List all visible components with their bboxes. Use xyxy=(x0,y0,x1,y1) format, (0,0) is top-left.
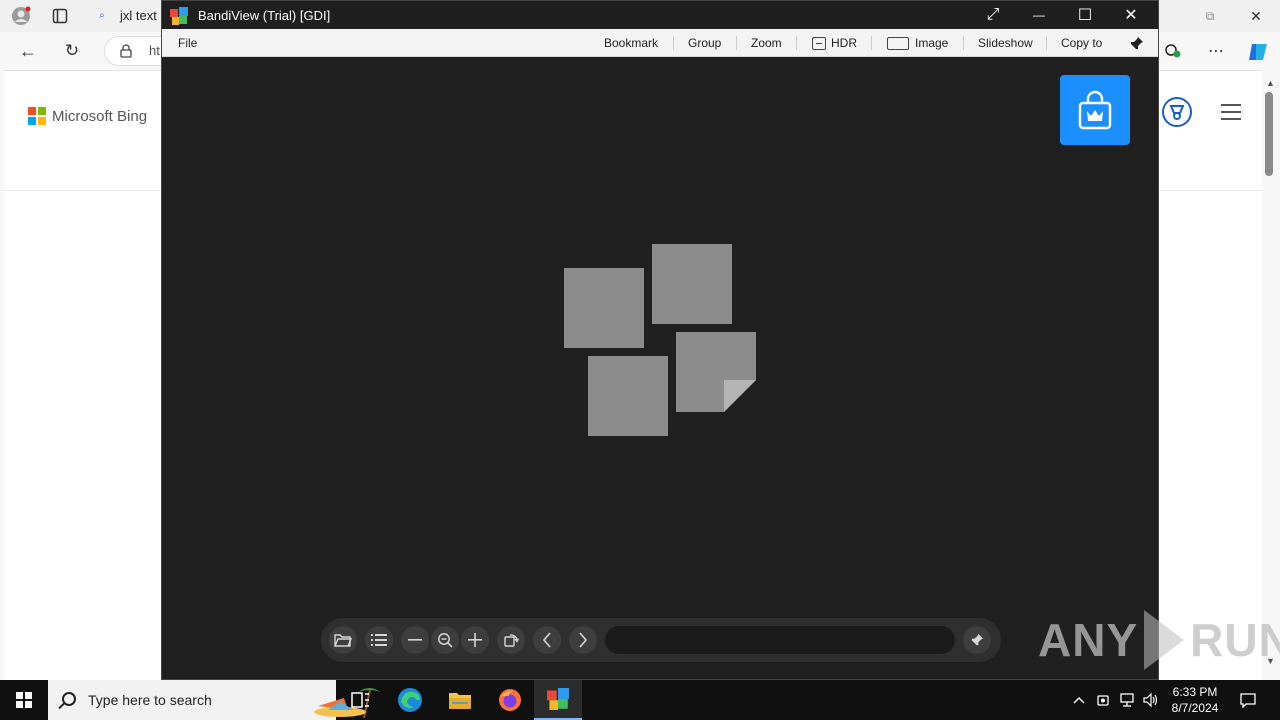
clock-time: 6:33 PM xyxy=(1172,685,1218,699)
menu-file[interactable]: File xyxy=(178,29,197,57)
lock-icon xyxy=(119,43,133,59)
minimize-icon[interactable]: — xyxy=(1016,1,1062,29)
placeholder-tile-folded xyxy=(676,332,756,412)
network-icon[interactable] xyxy=(1116,680,1138,720)
refresh-icon[interactable]: ↻ xyxy=(60,40,84,62)
windows-logo-icon xyxy=(16,692,32,708)
back-icon[interactable]: ← xyxy=(16,40,40,62)
hdr-icon xyxy=(812,36,826,50)
task-view-icon[interactable] xyxy=(336,680,384,720)
list-icon[interactable] xyxy=(365,626,393,654)
search-icon xyxy=(62,692,76,706)
bandiview-title-bar[interactable]: BandiView (Trial) [GDI] ⤢ — ☐ ✕ xyxy=(162,1,1158,29)
menu-bookmark[interactable]: Bookmark xyxy=(604,29,658,57)
start-button[interactable] xyxy=(0,680,48,720)
copilot-icon[interactable] xyxy=(1246,40,1270,64)
bandiview-menu-bar: File Bookmark Group Zoom HDR Image Slide… xyxy=(162,29,1158,57)
menu-separator xyxy=(736,36,737,50)
microsoft-logo-icon xyxy=(28,107,46,125)
play-icon xyxy=(1144,610,1185,670)
clock-date: 8/7/2024 xyxy=(1171,701,1219,715)
bing-logo[interactable]: Microsoft Bing xyxy=(28,107,147,125)
bandiview-logo-icon xyxy=(170,7,188,25)
previous-icon[interactable] xyxy=(533,626,561,654)
bandiview-window: BandiView (Trial) [GDI] ⤢ — ☐ ✕ File Boo… xyxy=(161,0,1159,680)
more-options-icon[interactable]: ⋯ xyxy=(1205,40,1227,62)
taskbar-search-box[interactable]: Type here to search xyxy=(48,680,380,720)
zoom-out-icon[interactable] xyxy=(401,626,429,654)
menu-slideshow[interactable]: Slideshow xyxy=(978,29,1033,57)
viewer-bottom-toolbar xyxy=(321,618,1001,662)
watermark-right-text: RUN xyxy=(1190,614,1280,666)
menu-hdr[interactable]: HDR xyxy=(812,29,857,57)
maximize-icon[interactable]: ☐ xyxy=(1062,1,1108,29)
menu-separator xyxy=(1046,36,1047,50)
zoom-fit-icon[interactable] xyxy=(431,626,459,654)
tab-actions-icon[interactable] xyxy=(50,6,70,26)
rotate-icon[interactable] xyxy=(497,626,525,654)
menu-hdr-label: HDR xyxy=(831,36,857,50)
close-icon[interactable]: ✕ xyxy=(1246,6,1266,26)
menu-separator xyxy=(871,36,872,50)
bing-logo-text: Microsoft Bing xyxy=(52,107,148,125)
menu-copy-to[interactable]: Copy to xyxy=(1061,29,1102,57)
edge-taskbar-icon[interactable] xyxy=(386,680,434,720)
search-placeholder: Type here to search xyxy=(88,692,212,708)
notifications-icon[interactable] xyxy=(1236,680,1260,720)
store-button[interactable] xyxy=(1060,75,1130,145)
file-explorer-icon[interactable] xyxy=(436,680,484,720)
shopping-bag-icon xyxy=(1078,90,1112,130)
restore-icon[interactable]: ⧉ xyxy=(1200,6,1220,26)
scrollbar-thumb[interactable] xyxy=(1265,92,1273,176)
placeholder-tile xyxy=(652,244,732,324)
firefox-icon[interactable] xyxy=(486,680,534,720)
menu-image-label: Image xyxy=(915,36,949,50)
menu-image[interactable]: Image xyxy=(887,29,948,57)
windows-taskbar: Type here to search 6:33 PM 8/7/2024 xyxy=(0,680,1280,720)
pin-icon[interactable] xyxy=(1130,29,1143,57)
placeholder-tile xyxy=(564,268,644,348)
taskbar-clock[interactable]: 6:33 PM 8/7/2024 xyxy=(1160,684,1230,716)
menu-separator xyxy=(673,36,674,50)
window-title: BandiView (Trial) [GDI] xyxy=(198,8,331,23)
file-path-field[interactable] xyxy=(605,626,955,654)
fullscreen-icon[interactable]: ⤢ xyxy=(970,1,1016,29)
address-text: ht xyxy=(149,43,160,58)
menu-separator xyxy=(796,36,797,50)
rewards-icon[interactable] xyxy=(1162,97,1192,127)
menu-separator xyxy=(963,36,964,50)
menu-zoom[interactable]: Zoom xyxy=(751,29,782,57)
tab-favicon-search-icon: ⌕ xyxy=(99,9,105,21)
placeholder-tile xyxy=(588,356,668,436)
next-icon[interactable] xyxy=(569,626,597,654)
image-canvas[interactable] xyxy=(162,57,1158,679)
open-folder-icon[interactable] xyxy=(329,626,357,654)
volume-icon[interactable] xyxy=(1140,680,1162,720)
profile-avatar-icon[interactable] xyxy=(10,5,32,27)
image-fit-icon xyxy=(887,36,909,50)
pin-icon[interactable] xyxy=(963,626,991,654)
anyrun-watermark: ANY RUN xyxy=(1038,608,1280,672)
scroll-up-icon[interactable]: ▲ xyxy=(1266,78,1275,88)
browser-tab-title[interactable]: jxl text i xyxy=(120,8,163,23)
bandiview-taskbar-icon[interactable] xyxy=(534,680,582,720)
extensions-icon[interactable] xyxy=(1162,40,1184,62)
zoom-in-icon[interactable] xyxy=(461,626,489,654)
security-tray-icon[interactable] xyxy=(1092,680,1114,720)
menu-hamburger-icon[interactable] xyxy=(1221,104,1241,120)
show-hidden-icons-icon[interactable] xyxy=(1068,680,1090,720)
close-icon[interactable]: ✕ xyxy=(1108,1,1154,29)
watermark-left-text: ANY xyxy=(1038,614,1139,666)
menu-group[interactable]: Group xyxy=(688,29,721,57)
